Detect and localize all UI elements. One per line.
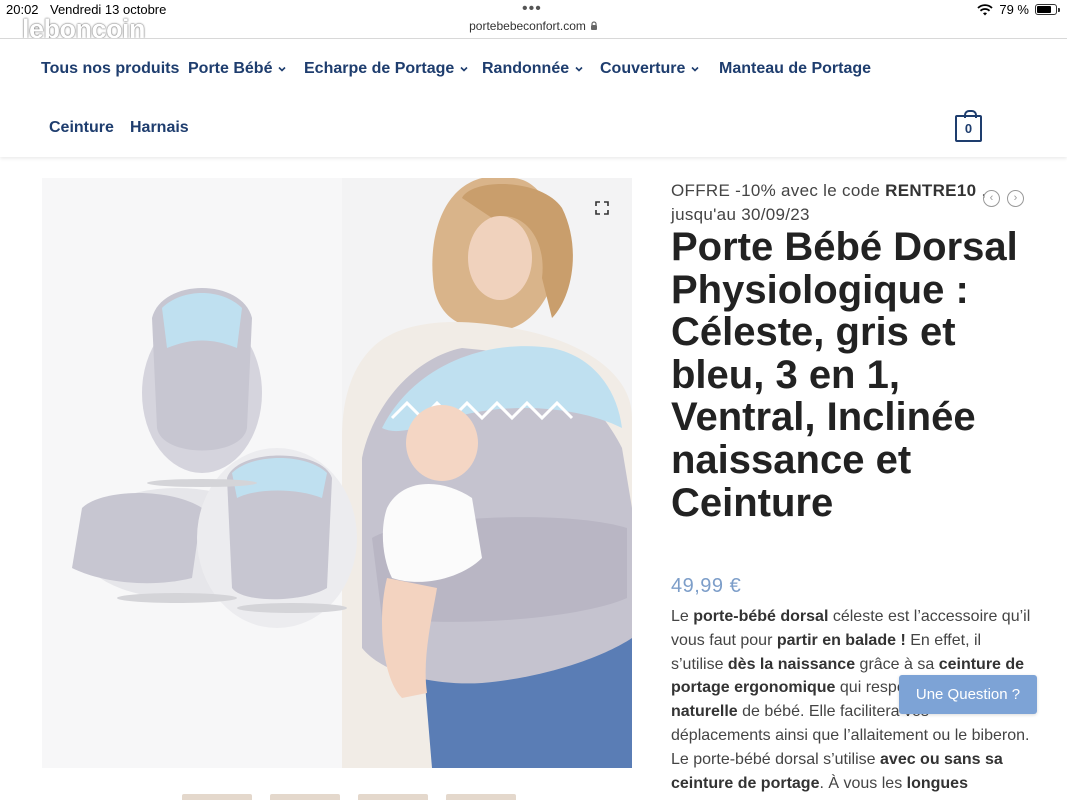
offer-code: RENTRE10 <box>885 181 977 200</box>
description-bold: dès la naissance <box>727 655 856 673</box>
nav-item-ceinture[interactable]: Ceinture <box>49 119 114 137</box>
wifi-icon <box>977 3 993 15</box>
nav-item-porte-bebe[interactable]: Porte Bébé <box>188 60 287 78</box>
battery-percent: 79 % <box>999 2 1029 17</box>
product-photo <box>42 178 632 768</box>
product-price: 49,99 € <box>671 575 742 597</box>
chevron-down-icon <box>460 66 468 72</box>
thumbnail[interactable] <box>270 794 340 800</box>
nav-item-label: Harnais <box>130 119 189 136</box>
thumbnail[interactable] <box>182 794 252 800</box>
nav-item-label: Ceinture <box>49 119 114 136</box>
thumbnail[interactable] <box>446 794 516 800</box>
description-text: . À vous les <box>819 774 907 792</box>
expand-icon[interactable] <box>594 200 610 216</box>
description-text: Le <box>671 608 694 625</box>
main-nav: Tous nos produits Porte Bébé Echarpe de … <box>0 39 1067 157</box>
nav-item-couverture[interactable]: Couverture <box>600 60 699 78</box>
description-bold: longues <box>906 774 968 792</box>
chevron-down-icon <box>278 66 287 72</box>
nav-item-label: Echarpe de Portage <box>304 60 455 77</box>
description-text: grâce à sa <box>855 655 939 673</box>
nav-item-label: Tous nos produits <box>41 60 180 77</box>
thumbnail-strip <box>182 794 516 800</box>
chevron-down-icon <box>691 66 699 72</box>
nav-item-label: Manteau de Portage <box>719 60 872 77</box>
promo-offer: OFFRE -10% avec le code RENTRE10 , jusqu… <box>671 179 1031 227</box>
offer-prefix: OFFRE -10% avec le code <box>671 181 886 200</box>
previous-product-icon[interactable]: ‹ <box>983 190 1000 207</box>
nav-item-randonnee[interactable]: Randonnée <box>482 60 583 78</box>
nav-item-label: Couverture <box>600 60 686 77</box>
nav-item-manteau-de-portage[interactable]: Manteau de Portage <box>719 60 871 78</box>
chevron-down-icon <box>575 66 583 72</box>
nav-item-label: Porte Bébé <box>188 60 273 77</box>
description-bold: porte-bébé dorsal <box>693 608 829 625</box>
next-product-icon[interactable]: › <box>1007 190 1024 207</box>
nav-item-label: Randonnée <box>482 60 570 77</box>
nav-item-tous-nos-produits[interactable]: Tous nos produits <box>41 60 179 78</box>
battery-fill <box>1037 6 1052 13</box>
cart-button[interactable]: 0 <box>955 110 982 142</box>
address-bar[interactable]: portebebeconfort.com <box>0 16 1067 38</box>
nav-item-harnais[interactable]: Harnais <box>130 119 189 137</box>
product-title: Porte Bébé Dorsal Physiologique : Célest… <box>671 225 1018 525</box>
cart-count: 0 <box>964 121 973 136</box>
question-button[interactable]: Une Question ? <box>899 675 1037 714</box>
status-right: 79 % <box>977 2 1060 17</box>
thumbnail[interactable] <box>358 794 428 800</box>
description-bold: partir en balade ! <box>776 631 906 649</box>
product-image[interactable] <box>42 178 632 768</box>
battery-icon <box>1035 4 1060 15</box>
lock-icon <box>590 21 597 30</box>
nav-item-echarpe-de-portage[interactable]: Echarpe de Portage <box>304 60 468 78</box>
url-text[interactable]: portebebeconfort.com <box>469 19 586 33</box>
